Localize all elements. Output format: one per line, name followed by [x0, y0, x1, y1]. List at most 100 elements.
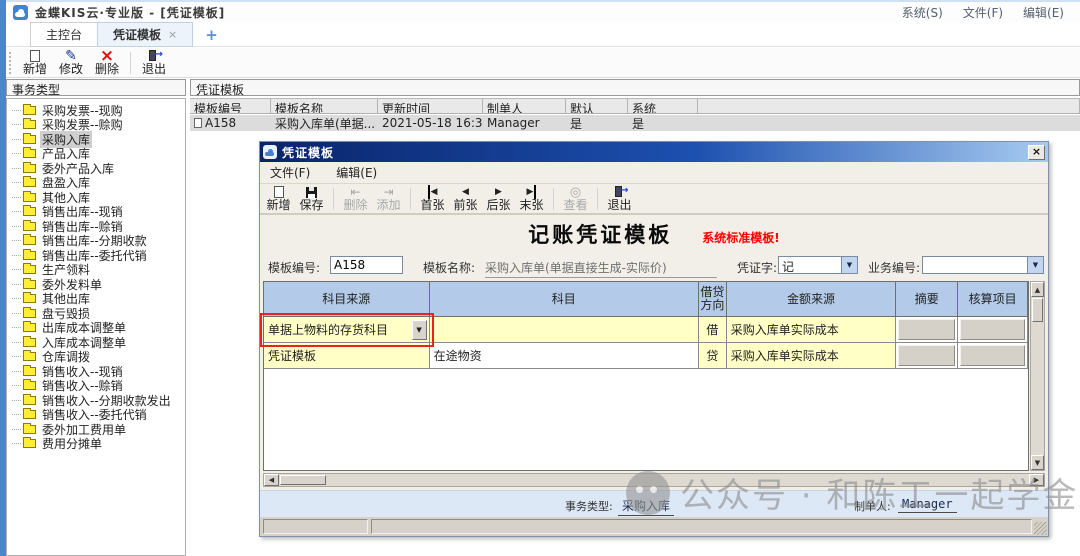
chevron-down-icon[interactable]	[841, 257, 857, 273]
accounting-item-cell[interactable]	[958, 317, 1028, 343]
col-updated-at[interactable]: 更新时间	[378, 99, 483, 113]
row-updated-at: 2021-05-18 16:3...	[378, 115, 483, 131]
folder-icon	[23, 352, 36, 361]
exit-button[interactable]: 退出	[136, 49, 172, 76]
delete-button[interactable]: 删除	[89, 49, 125, 76]
app-cloud-logo-icon	[13, 5, 28, 20]
subject-cell[interactable]: 在途物资	[430, 343, 699, 369]
business-no-select[interactable]	[922, 256, 1044, 274]
tab-label: 主控台	[46, 26, 82, 43]
new-button-label: 新增	[23, 63, 47, 76]
scroll-right-icon[interactable]	[1029, 474, 1044, 486]
new-tab-icon[interactable]	[205, 28, 218, 42]
dlg-add-row-button: 添加	[372, 185, 405, 212]
resize-grip[interactable]	[1034, 522, 1047, 535]
voucher-template-heading: 记账凭证模板	[528, 219, 672, 249]
folder-icon	[23, 222, 36, 231]
delete-row-icon	[350, 185, 360, 199]
folder-icon	[23, 367, 36, 376]
sidebar-item-purchase-inbound[interactable]: 采购入库	[12, 132, 185, 147]
row-system: 是	[628, 115, 698, 131]
menu-file[interactable]: 文件(F)	[963, 4, 1003, 21]
amount-source-cell[interactable]: 采购入库单实际成本	[727, 343, 897, 369]
menu-edit[interactable]: 编辑(E)	[1023, 4, 1064, 21]
titlebar-menus: 系统(S) 文件(F) 编辑(E)	[902, 4, 1064, 21]
grid-row-credit[interactable]: 凭证模板 在途物资 贷 采购入库单实际成本	[264, 343, 1028, 369]
new-button[interactable]: 新增	[17, 49, 53, 76]
dlg-exit-button[interactable]: 退出	[603, 185, 636, 212]
amount-source-cell[interactable]: 采购入库单实际成本	[727, 317, 897, 343]
main-toolbar: 新增 修改 删除 退出	[6, 48, 1080, 78]
scroll-up-icon[interactable]	[1031, 282, 1044, 297]
subject-source-cell[interactable]: 凭证模板	[264, 343, 430, 369]
dlg-save-button[interactable]: 保存	[295, 185, 328, 212]
template-no-input[interactable]	[330, 256, 403, 274]
sidebar-item-purchase-invoice-credit[interactable]: 采购发票--赊购	[12, 118, 185, 133]
scrollbar-thumb[interactable]	[1032, 298, 1043, 322]
dialog-menu-edit[interactable]: 编辑(E)	[336, 164, 377, 181]
sidebar-item-expense-allocation[interactable]: 费用分摊单	[12, 437, 185, 452]
tab-voucher-template[interactable]: 凭证模板	[97, 22, 193, 47]
direction-cell: 借	[699, 317, 727, 343]
dlg-new-button[interactable]: 新增	[262, 185, 295, 212]
modify-button[interactable]: 修改	[53, 49, 89, 76]
dialog-menu-file[interactable]: 文件(F)	[270, 164, 310, 181]
prev-record-icon	[462, 185, 469, 199]
dlg-prev-button[interactable]: 前张	[449, 185, 482, 212]
toolbar-grip[interactable]	[9, 52, 12, 74]
sidebar-item-other-outbound[interactable]: 其他出库	[12, 292, 185, 307]
folder-icon	[23, 309, 36, 318]
menu-system[interactable]: 系统(S)	[902, 4, 943, 21]
dlg-view-button: 查看	[559, 185, 592, 212]
col-template-no[interactable]: 模板编号	[190, 99, 271, 113]
sidebar-item-outsourced-issue[interactable]: 委外发料单	[12, 277, 185, 292]
save-floppy-icon	[306, 185, 317, 199]
dialog-titlebar[interactable]: 凭证模板	[260, 142, 1048, 162]
col-system[interactable]: 系统	[628, 99, 698, 113]
sidebar-item-sales-outbound-consignment[interactable]: 销售出库--委托代销	[12, 248, 185, 263]
grid-header: 科目来源 科目 借贷方向 金额来源 摘要 核算项目	[264, 282, 1028, 317]
scroll-left-icon[interactable]	[264, 474, 279, 486]
folder-icon	[23, 410, 36, 419]
table-row[interactable]: A158 采购入库单(单据... 2021-05-18 16:3... Mana…	[190, 115, 1080, 131]
grid-col-accounting-item: 核算项目	[958, 282, 1028, 317]
grid-col-direction: 借贷方向	[699, 282, 727, 317]
sidebar-item-surplus-inbound[interactable]: 盘盈入库	[12, 176, 185, 191]
toolbar-separator	[333, 188, 334, 210]
grid-row-debit[interactable]: 单据上物料的存货科目 借 采购入库单实际成本	[264, 317, 1028, 343]
col-default[interactable]: 默认	[566, 99, 628, 113]
dialog-close-icon[interactable]	[1028, 145, 1045, 160]
chevron-down-icon[interactable]	[412, 320, 427, 340]
last-record-icon	[527, 185, 537, 199]
tab-close-icon[interactable]	[168, 30, 177, 40]
transaction-type-tree: 采购发票--现购 采购发票--赊购 采购入库 产品入库 委外产品入库 盘盈入库 …	[6, 98, 186, 556]
dlg-first-button[interactable]: 首张	[416, 185, 449, 212]
subject-cell[interactable]	[430, 317, 699, 343]
grid-horizontal-scrollbar[interactable]	[263, 473, 1045, 487]
toolbar-separator	[553, 188, 554, 210]
summary-cell[interactable]	[896, 343, 958, 369]
col-template-name[interactable]: 模板名称	[271, 99, 378, 113]
subject-source-cell[interactable]: 单据上物料的存货科目	[264, 317, 430, 343]
chevron-down-icon[interactable]	[1027, 257, 1043, 273]
list-panel-header: 凭证模板	[190, 79, 1080, 96]
dlg-next-button[interactable]: 后张	[482, 185, 515, 212]
accounting-item-cell[interactable]	[958, 343, 1028, 369]
sidebar-item-outsourced-product-inbound[interactable]: 委外产品入库	[12, 161, 185, 176]
voucher-word-select[interactable]: 记	[778, 256, 858, 274]
folder-icon	[23, 164, 36, 173]
folder-icon	[23, 120, 36, 129]
dialog-statusbar	[260, 517, 1048, 536]
folder-icon	[23, 207, 36, 216]
edit-pencil-icon	[65, 49, 77, 63]
scrollbar-thumb[interactable]	[280, 475, 326, 485]
tab-main-console[interactable]: 主控台	[30, 22, 97, 47]
summary-cell[interactable]	[896, 317, 958, 343]
dlg-last-button[interactable]: 末张	[515, 185, 548, 212]
delete-x-icon	[100, 49, 114, 63]
grid-col-amount-source: 金额来源	[727, 282, 897, 317]
col-creator[interactable]: 制单人	[483, 99, 566, 113]
scroll-down-icon[interactable]	[1031, 455, 1044, 470]
sidebar-item-inbound-cost-adjust[interactable]: 入库成本调整单	[12, 335, 185, 350]
grid-vertical-scrollbar[interactable]	[1030, 281, 1045, 471]
